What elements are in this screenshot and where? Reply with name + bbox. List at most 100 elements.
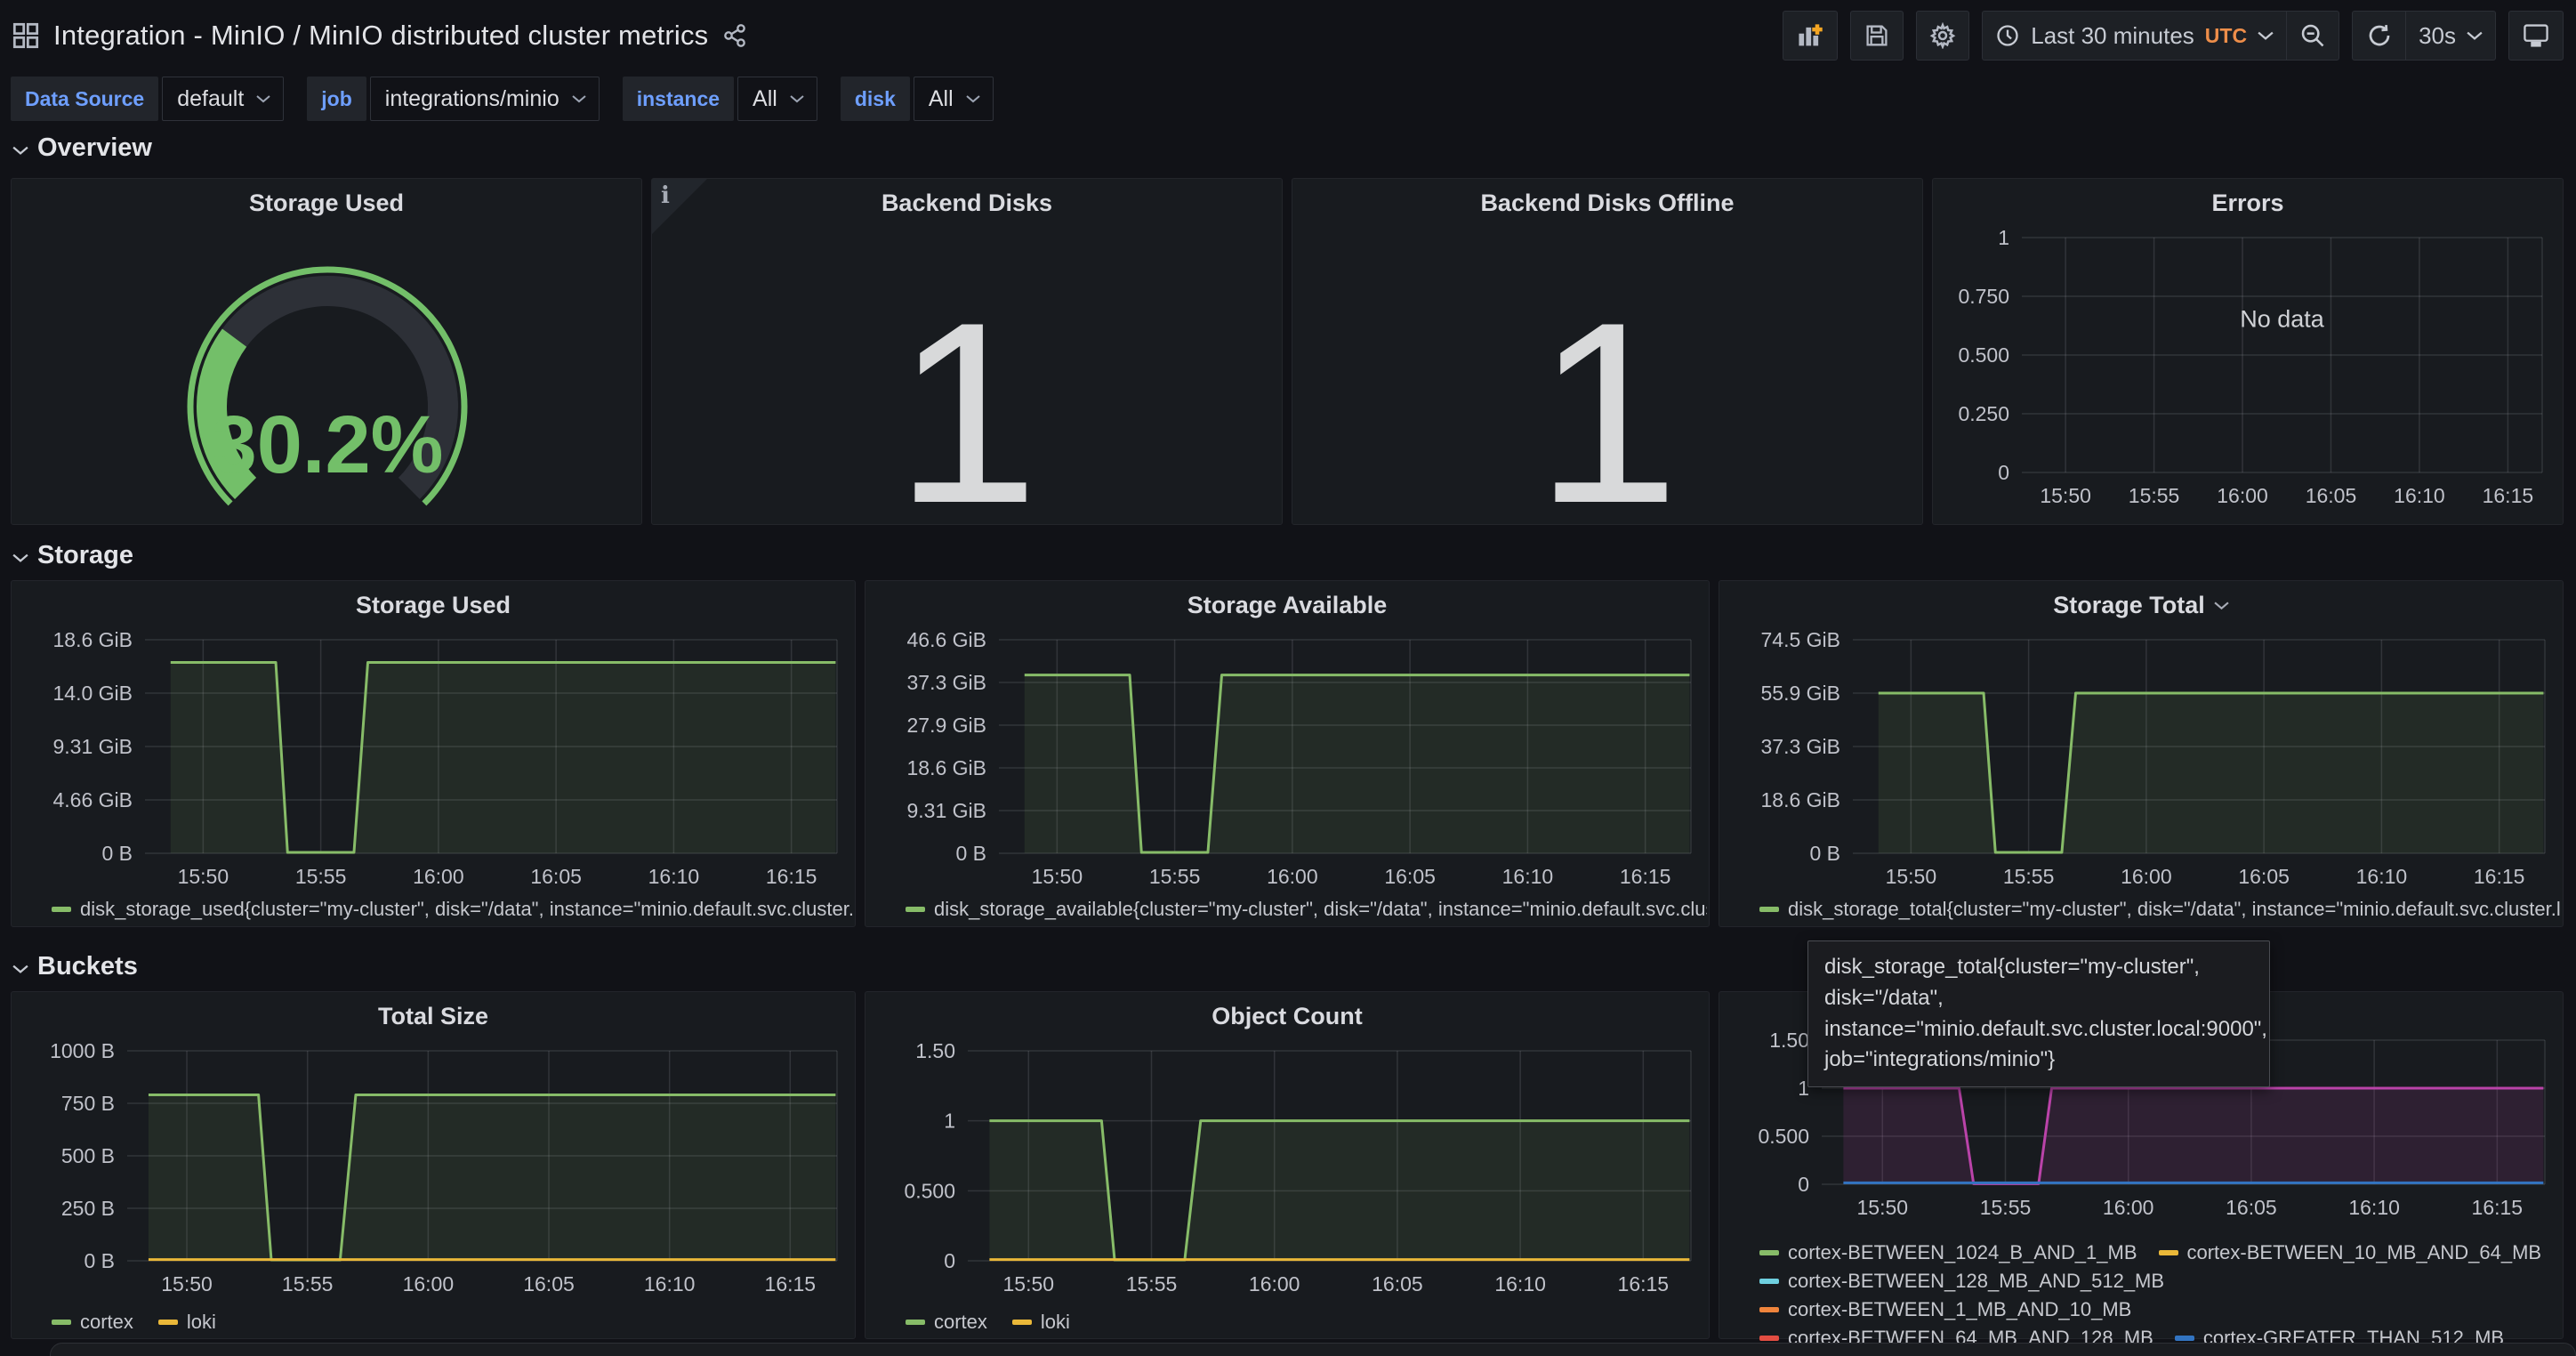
gauge-chart: 30.2% bbox=[12, 225, 643, 519]
svg-text:15:55: 15:55 bbox=[2003, 865, 2055, 888]
svg-text:15:50: 15:50 bbox=[1886, 865, 1937, 888]
dashboard-title[interactable]: Integration - MinIO / MinIO distributed … bbox=[53, 20, 708, 52]
save-dashboard-button[interactable] bbox=[1850, 11, 1904, 61]
legend-item[interactable]: cortex-BETWEEN_1024_B_AND_1_MB bbox=[1759, 1241, 2137, 1264]
panel-title[interactable]: Storage Used bbox=[12, 592, 855, 619]
section-row-buckets[interactable]: Buckets bbox=[12, 952, 138, 981]
panel-title[interactable]: Backend Disks Offline bbox=[1292, 190, 1922, 217]
panel-title[interactable]: Backend Disks bbox=[652, 190, 1282, 217]
svg-text:1: 1 bbox=[1998, 226, 2009, 249]
svg-text:16:10: 16:10 bbox=[2348, 1196, 2400, 1219]
svg-text:16:05: 16:05 bbox=[530, 865, 582, 888]
top-nav: Integration - MinIO / MinIO distributed … bbox=[0, 0, 2576, 71]
variable-disk: disk All bbox=[841, 77, 994, 121]
storage-available-chart[interactable]: 46.6 GiB37.3 GiB27.9 GiB18.6 GiB9.31 GiB… bbox=[865, 627, 1711, 892]
refresh-button[interactable] bbox=[2352, 11, 2405, 61]
svg-text:0 B: 0 B bbox=[84, 1249, 115, 1272]
add-panel-button[interactable] bbox=[1783, 11, 1838, 61]
variable-value: default bbox=[177, 86, 244, 112]
refresh-interval-select[interactable]: 30s bbox=[2405, 11, 2496, 61]
panel-storage-used-gauge[interactable]: Storage Used 30.2% bbox=[11, 178, 642, 525]
panel-title[interactable]: Errors bbox=[1933, 190, 2563, 217]
panel-object-count[interactable]: Object Count 1.5010.500015:5015:5516:001… bbox=[865, 991, 1710, 1339]
panel-storage-available-graph[interactable]: Storage Available 46.6 GiB37.3 GiB27.9 G… bbox=[865, 580, 1710, 927]
variable-label: disk bbox=[841, 77, 910, 121]
svg-text:30.2%: 30.2% bbox=[212, 400, 444, 490]
chevron-down-icon bbox=[2467, 30, 2483, 41]
panel-title[interactable]: Storage Total bbox=[1719, 592, 2563, 619]
section-row-storage[interactable]: Storage bbox=[12, 541, 133, 570]
svg-text:0: 0 bbox=[1798, 1173, 1809, 1196]
dashboard-folder[interactable]: Integration - MinIO bbox=[53, 20, 286, 51]
svg-text:750 B: 750 B bbox=[61, 1092, 115, 1115]
clock-icon bbox=[1995, 23, 2020, 48]
panel-title-text: Storage Total bbox=[2053, 592, 2205, 619]
panel-errors[interactable]: Errors 10.7500.5000.250015:5015:5516:001… bbox=[1932, 178, 2564, 525]
tooltip-line: job="integrations/minio"} bbox=[1824, 1045, 2253, 1076]
legend-item[interactable]: cortex bbox=[52, 1311, 133, 1334]
zoom-out-button[interactable] bbox=[2286, 11, 2339, 61]
legend-item[interactable]: cortex-BETWEEN_10_MB_AND_64_MB bbox=[2159, 1241, 2542, 1264]
disk-select[interactable]: All bbox=[914, 77, 994, 121]
svg-text:16:00: 16:00 bbox=[1249, 1272, 1300, 1295]
chevron-down-icon bbox=[12, 133, 28, 163]
legend-item[interactable]: loki bbox=[1012, 1311, 1070, 1334]
dashboard-settings-button[interactable] bbox=[1916, 11, 1969, 61]
panel-title[interactable]: Storage Used bbox=[12, 190, 641, 217]
dashboard-name[interactable]: MinIO distributed cluster metrics bbox=[309, 20, 708, 51]
legend-item[interactable]: loki bbox=[158, 1311, 216, 1334]
svg-text:1: 1 bbox=[944, 1110, 955, 1133]
panel-storage-used-graph[interactable]: Storage Used 18.6 GiB14.0 GiB9.31 GiB4.6… bbox=[11, 580, 856, 927]
storage-total-chart[interactable]: 74.5 GiB55.9 GiB37.3 GiB18.6 GiB0 B15:50… bbox=[1719, 627, 2564, 892]
job-select[interactable]: integrations/minio bbox=[370, 77, 600, 121]
share-icon[interactable] bbox=[722, 23, 747, 48]
svg-text:1.50: 1.50 bbox=[915, 1039, 955, 1062]
panel-title[interactable]: Storage Available bbox=[865, 592, 1709, 619]
legend-item[interactable]: disk_storage_available{cluster="my-clust… bbox=[906, 898, 1707, 921]
section-title: Buckets bbox=[37, 952, 138, 981]
svg-text:16:15: 16:15 bbox=[766, 865, 817, 888]
legend-swatch bbox=[1759, 1250, 1779, 1255]
kiosk-mode-button[interactable] bbox=[2508, 11, 2564, 61]
panel-backend-disks[interactable]: i Backend Disks 1 bbox=[651, 178, 1283, 525]
storage-used-chart[interactable]: 18.6 GiB14.0 GiB9.31 GiB4.66 GiB0 B15:50… bbox=[12, 627, 857, 892]
legend-label: cortex-BETWEEN_1024_B_AND_1_MB bbox=[1788, 1241, 2137, 1264]
svg-text:18.6 GiB: 18.6 GiB bbox=[1761, 788, 1841, 811]
variable-label: instance bbox=[623, 77, 734, 121]
svg-text:16:05: 16:05 bbox=[1372, 1272, 1423, 1295]
panel-backend-disks-offline[interactable]: Backend Disks Offline 1 bbox=[1292, 178, 1923, 525]
svg-text:16:10: 16:10 bbox=[1494, 1272, 1546, 1295]
chevron-down-icon bbox=[2258, 30, 2274, 41]
svg-text:16:10: 16:10 bbox=[648, 865, 700, 888]
svg-text:15:55: 15:55 bbox=[295, 865, 347, 888]
object-count-chart[interactable]: 1.5010.500015:5015:5516:0016:0516:1016:1… bbox=[865, 1038, 1711, 1300]
legend-item[interactable]: disk_storage_used{cluster="my-cluster", … bbox=[52, 898, 853, 921]
panel-storage-total-graph[interactable]: Storage Total 74.5 GiB55.9 GiB37.3 GiB18… bbox=[1719, 580, 2564, 927]
section-row-overview[interactable]: Overview bbox=[12, 133, 152, 163]
panel-title[interactable]: Total Size bbox=[12, 1003, 855, 1030]
legend-item[interactable]: cortex-BETWEEN_1_MB_AND_10_MB bbox=[1759, 1298, 2131, 1321]
legend-label: cortex bbox=[80, 1311, 133, 1334]
instance-select[interactable]: All bbox=[737, 77, 817, 121]
legend-item[interactable]: disk_storage_total{cluster="my-cluster",… bbox=[1759, 898, 2561, 921]
total-size-chart[interactable]: 1000 B750 B500 B250 B0 B15:5015:5516:001… bbox=[12, 1038, 857, 1300]
svg-text:15:55: 15:55 bbox=[2129, 484, 2180, 507]
panel-title[interactable]: Object Count bbox=[865, 1003, 1709, 1030]
legend-swatch bbox=[1012, 1320, 1032, 1325]
time-range-picker[interactable]: Last 30 minutes UTC bbox=[1982, 11, 2286, 61]
legend-item[interactable]: cortex bbox=[906, 1311, 987, 1334]
panel-total-size[interactable]: Total Size 1000 B750 B500 B250 B0 B15:50… bbox=[11, 991, 856, 1339]
legend: disk_storage_available{cluster="my-clust… bbox=[906, 898, 1707, 921]
legend-label: disk_storage_total{cluster="my-cluster",… bbox=[1788, 898, 2561, 921]
variable-value: All bbox=[929, 86, 954, 112]
refresh-controls: 30s bbox=[2352, 11, 2496, 61]
errors-chart[interactable]: 10.7500.5000.250015:5015:5516:0016:0516:… bbox=[1933, 225, 2564, 512]
svg-text:16:15: 16:15 bbox=[765, 1272, 817, 1295]
svg-text:16:05: 16:05 bbox=[2306, 484, 2357, 507]
legend-item[interactable]: cortex-BETWEEN_128_MB_AND_512_MB bbox=[1759, 1270, 2164, 1293]
legend-label: cortex-BETWEEN_10_MB_AND_64_MB bbox=[2187, 1241, 2542, 1264]
svg-text:16:05: 16:05 bbox=[2226, 1196, 2277, 1219]
dashboard-grid-icon[interactable] bbox=[12, 22, 39, 49]
datasource-select[interactable]: default bbox=[162, 77, 284, 121]
chevron-down-icon[interactable] bbox=[2214, 601, 2229, 610]
